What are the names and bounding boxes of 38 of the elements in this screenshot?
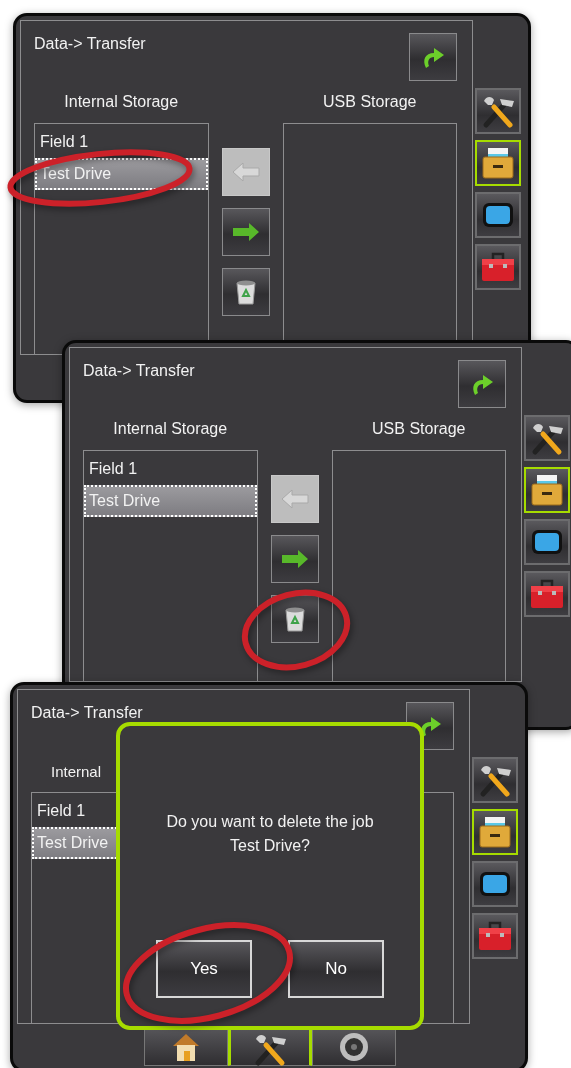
- list-heading: Internal: [51, 762, 102, 780]
- recycle-bin-icon: [234, 279, 257, 305]
- list-heading: USB Storage: [323, 93, 417, 111]
- side-tab[interactable]: [475, 140, 521, 186]
- screen-title: Data-> Transfer: [34, 35, 146, 53]
- left-arrow-icon: [280, 489, 309, 509]
- file-box-icon: [529, 472, 565, 508]
- dialog-button[interactable]: No: [288, 940, 384, 998]
- delete-button[interactable]: [221, 268, 270, 316]
- side-tab[interactable]: [472, 809, 518, 855]
- side-tab[interactable]: [524, 519, 570, 565]
- list-item[interactable]: Field 1: [35, 126, 208, 158]
- forward-button[interactable]: [458, 360, 506, 408]
- recycle-bin-icon: [283, 606, 306, 632]
- right-arrow-icon: [280, 549, 309, 569]
- file-box-icon: [477, 814, 513, 850]
- list-heading: USB Storage: [372, 420, 466, 438]
- file-box-icon: [480, 145, 516, 181]
- move-right-button[interactable]: [270, 535, 319, 583]
- dialog-button[interactable]: Yes: [156, 940, 252, 998]
- side-tab[interactable]: [524, 415, 570, 461]
- dialog-message: Do you want to delete the job Test Drive?: [165, 812, 375, 856]
- list-heading: Internal Storage: [113, 420, 228, 438]
- list-heading: Internal Storage: [64, 93, 179, 111]
- screen-title: Data-> Transfer: [83, 362, 195, 380]
- side-tab[interactable]: [524, 467, 570, 513]
- right-arrow-icon: [231, 222, 260, 242]
- left-arrow-icon: [231, 162, 260, 182]
- camera-icon: [338, 1031, 370, 1061]
- delete-button[interactable]: [270, 595, 319, 643]
- side-tab[interactable]: [475, 192, 521, 238]
- side-tab[interactable]: [472, 757, 518, 803]
- side-tab[interactable]: [475, 88, 521, 134]
- side-tab[interactable]: [472, 861, 518, 907]
- move-right-button[interactable]: [221, 208, 270, 256]
- screen-title: Data-> Transfer: [31, 704, 143, 722]
- forward-button[interactable]: [409, 33, 457, 81]
- list-item[interactable]: Field 1: [84, 453, 257, 485]
